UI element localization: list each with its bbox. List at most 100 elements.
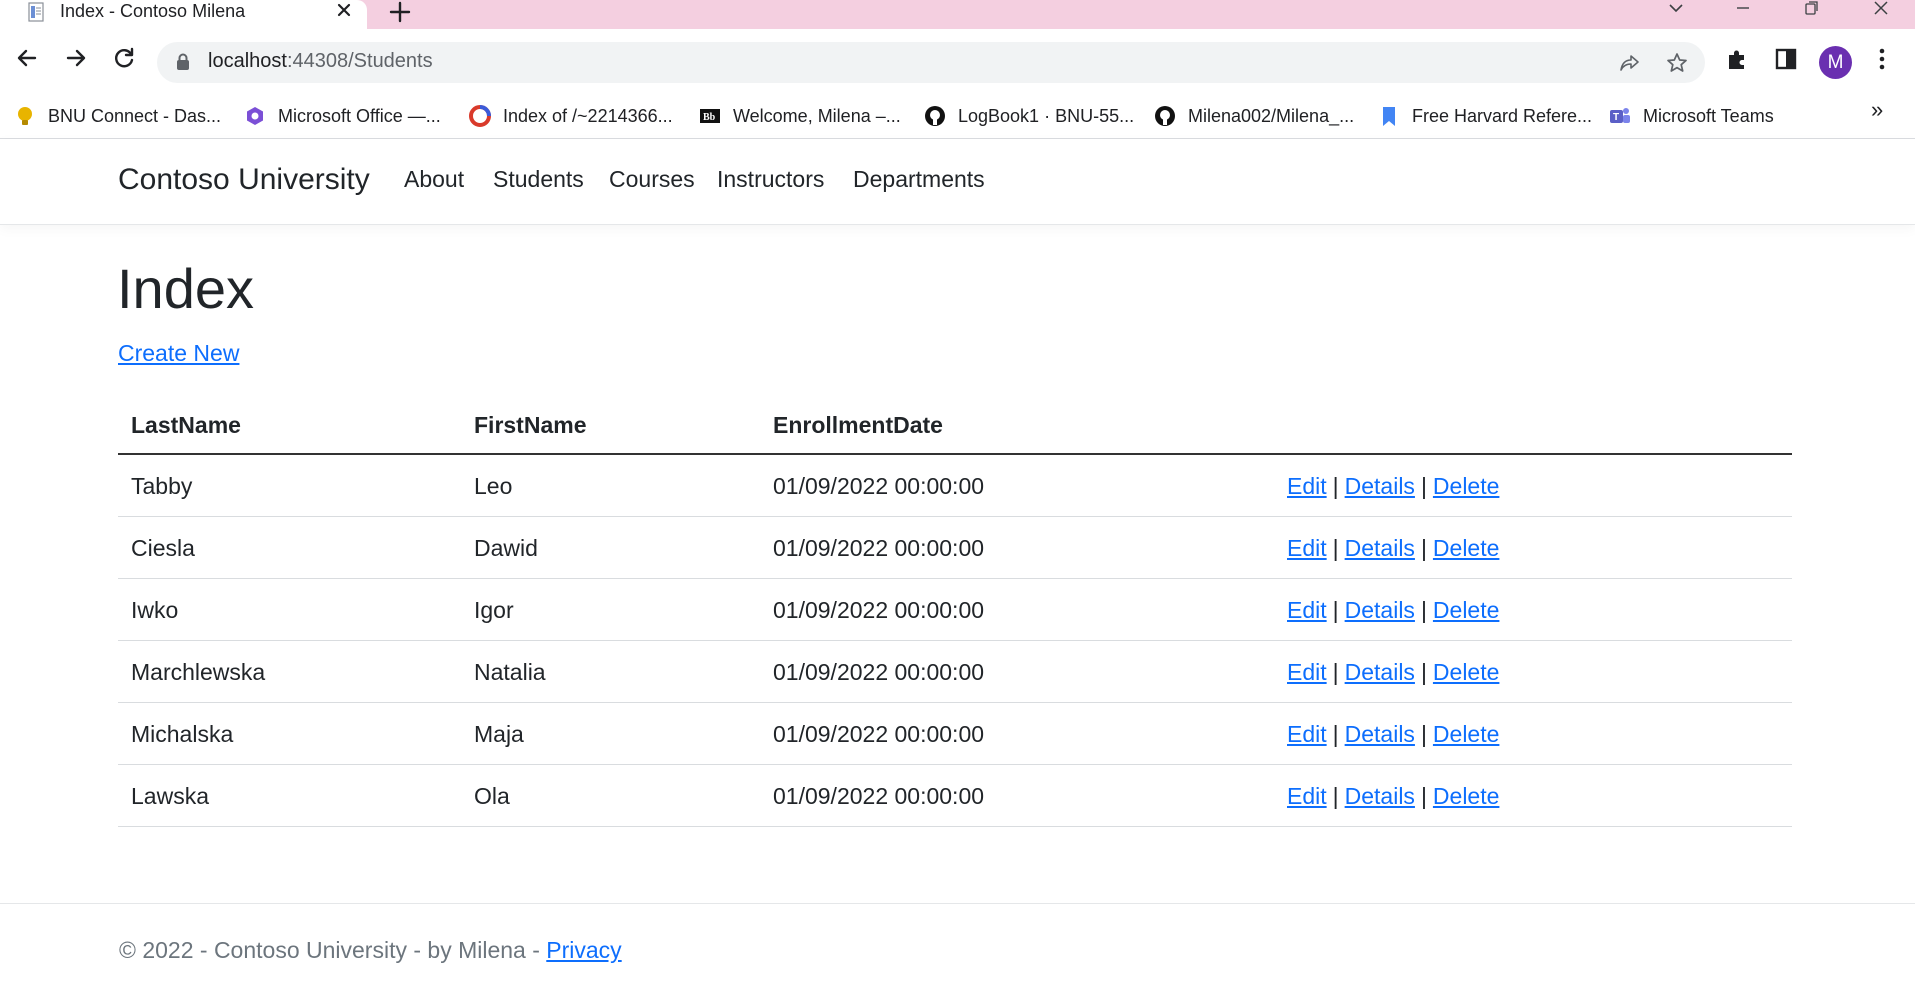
lock-icon[interactable] [176,53,190,71]
column-header-enrollmentdate: EnrollmentDate [773,412,943,438]
row-actions: Edit | Details | Delete [1287,783,1499,810]
action-separator: | [1420,783,1427,809]
edit-link[interactable]: Edit [1287,783,1327,809]
close-tab-icon[interactable] [333,0,355,22]
bookmark-label: Index of /~2214366... [503,105,673,126]
table-row: Iwko Igor 01/09/2022 00:00:00 Edit | Detai… [118,579,1792,641]
office-icon [247,107,263,125]
table-row: Tabby Leo 01/09/2022 00:00:00 Edit | Detai… [118,455,1792,517]
edit-link[interactable]: Edit [1287,473,1327,499]
cell-enrollmentdate: 01/09/2022 00:00:00 [773,659,985,685]
tab-search-icon[interactable] [1665,0,1687,18]
delete-link[interactable]: Delete [1433,473,1499,499]
url-text[interactable]: localhost:44308/Students [208,50,433,73]
column-header-firstname: FirstName [474,412,587,438]
tab-strip: Index - Contoso Milena [0,0,1915,29]
bookmark-label: Milena002/Milena_... [1188,105,1355,126]
close-window-icon[interactable] [1870,0,1892,18]
action-separator: | [1420,597,1427,623]
reload-icon[interactable] [110,44,138,72]
cell-firstname: Leo [474,473,513,499]
cell-firstname: Ola [474,783,510,809]
brand-link[interactable]: Contoso University [118,163,370,197]
delete-link[interactable]: Delete [1433,597,1499,623]
details-link[interactable]: Details [1345,721,1415,747]
action-separator: | [1332,597,1339,623]
teams-icon: T [1610,108,1630,123]
delete-link[interactable]: Delete [1433,535,1499,561]
nav-courses[interactable]: Courses [609,166,695,193]
edit-link[interactable]: Edit [1287,535,1327,561]
delete-link[interactable]: Delete [1433,721,1499,747]
bookmark-microsoft-teams[interactable]: T Microsoft Teams [1609,99,1774,133]
page-title: Index [117,257,254,320]
edit-link[interactable]: Edit [1287,721,1327,747]
address-bar[interactable]: localhost:44308/Students [157,42,1705,83]
bookmark-star-icon[interactable] [1665,51,1689,75]
bookmark-harvard-reference[interactable]: Free Harvard Refere... [1378,99,1592,133]
bookmark-index-of[interactable]: Index of /~2214366... [469,99,673,133]
create-new-link[interactable]: Create New [118,340,239,367]
table-header: LastName FirstName EnrollmentDate [118,400,1792,455]
nav-departments[interactable]: Departments [853,166,985,193]
cell-lastname: Michalska [131,721,234,747]
page-icon [28,2,44,22]
cell-firstname: Igor [474,597,514,623]
edit-link[interactable]: Edit [1287,659,1327,685]
cell-lastname: Iwko [131,597,179,623]
svg-text:T: T [1613,112,1619,123]
cell-firstname: Natalia [474,659,546,685]
bookmark-label: LogBook1 · BNU-55... [958,105,1135,126]
details-link[interactable]: Details [1345,597,1415,623]
nav-about[interactable]: About [404,166,464,193]
action-separator: | [1420,535,1427,561]
back-icon[interactable] [13,44,41,72]
blackboard-icon: Bb [700,109,720,123]
github-icon [1155,106,1175,126]
restore-icon[interactable] [1800,0,1822,18]
row-actions: Edit | Details | Delete [1287,535,1499,562]
minimize-icon[interactable] [1732,0,1754,18]
bookmark-label: Free Harvard Refere... [1412,105,1593,126]
row-actions: Edit | Details | Delete [1287,659,1499,686]
site-navbar: Contoso University About Students Course… [0,139,1915,225]
table-row: Marchlewska Natalia 01/09/2022 00:00:00 … [118,641,1792,703]
menu-icon[interactable] [1869,46,1895,72]
bookmark-logbook[interactable]: LogBook1 · BNU-55... [924,99,1134,133]
bookmark-welcome-milena[interactable]: Bb Welcome, Milena –... [699,99,901,133]
forward-icon[interactable] [62,44,90,72]
row-actions: Edit | Details | Delete [1287,597,1499,624]
details-link[interactable]: Details [1345,473,1415,499]
github-icon [925,106,945,126]
bookmark-bnu-connect[interactable]: BNU Connect - Das... [14,99,221,133]
bookmark-milena002[interactable]: Milena002/Milena_... [1154,99,1354,133]
new-tab-icon[interactable] [388,0,412,24]
browser-tab-active[interactable]: Index - Contoso Milena [0,0,367,29]
profile-avatar[interactable]: M [1819,46,1852,79]
delete-link[interactable]: Delete [1433,783,1499,809]
bookmark-icon [1383,107,1395,126]
details-link[interactable]: Details [1345,535,1415,561]
action-separator: | [1332,783,1339,809]
cell-lastname: Tabby [131,473,193,499]
bookmark-label: Welcome, Milena –... [733,105,901,126]
nav-students[interactable]: Students [493,166,584,193]
footer-text: © 2022 - Contoso University - by Milena … [119,937,622,964]
details-link[interactable]: Details [1345,659,1415,685]
privacy-link[interactable]: Privacy [546,937,621,963]
extensions-icon[interactable] [1724,46,1750,72]
share-icon[interactable] [1618,51,1642,75]
row-actions: Edit | Details | Delete [1287,721,1499,748]
browser-toolbar: localhost:44308/Students M [0,29,1915,98]
side-panel-icon[interactable] [1773,46,1799,72]
table-row: Ciesla Dawid 01/09/2022 00:00:00 Edit | De… [118,517,1792,579]
delete-link[interactable]: Delete [1433,659,1499,685]
students-table: LastName FirstName EnrollmentDate Tabby … [118,400,1792,827]
details-link[interactable]: Details [1345,783,1415,809]
nav-instructors[interactable]: Instructors [717,166,824,193]
edit-link[interactable]: Edit [1287,597,1327,623]
bookmark-microsoft-office[interactable]: Microsoft Office —... [244,99,441,133]
bookmarks-overflow-button[interactable]: » [1871,97,1883,123]
table-row: Lawska Ola 01/09/2022 00:00:00 Edit | Deta… [118,765,1792,827]
bookmark-label: Microsoft Office —... [278,105,441,126]
